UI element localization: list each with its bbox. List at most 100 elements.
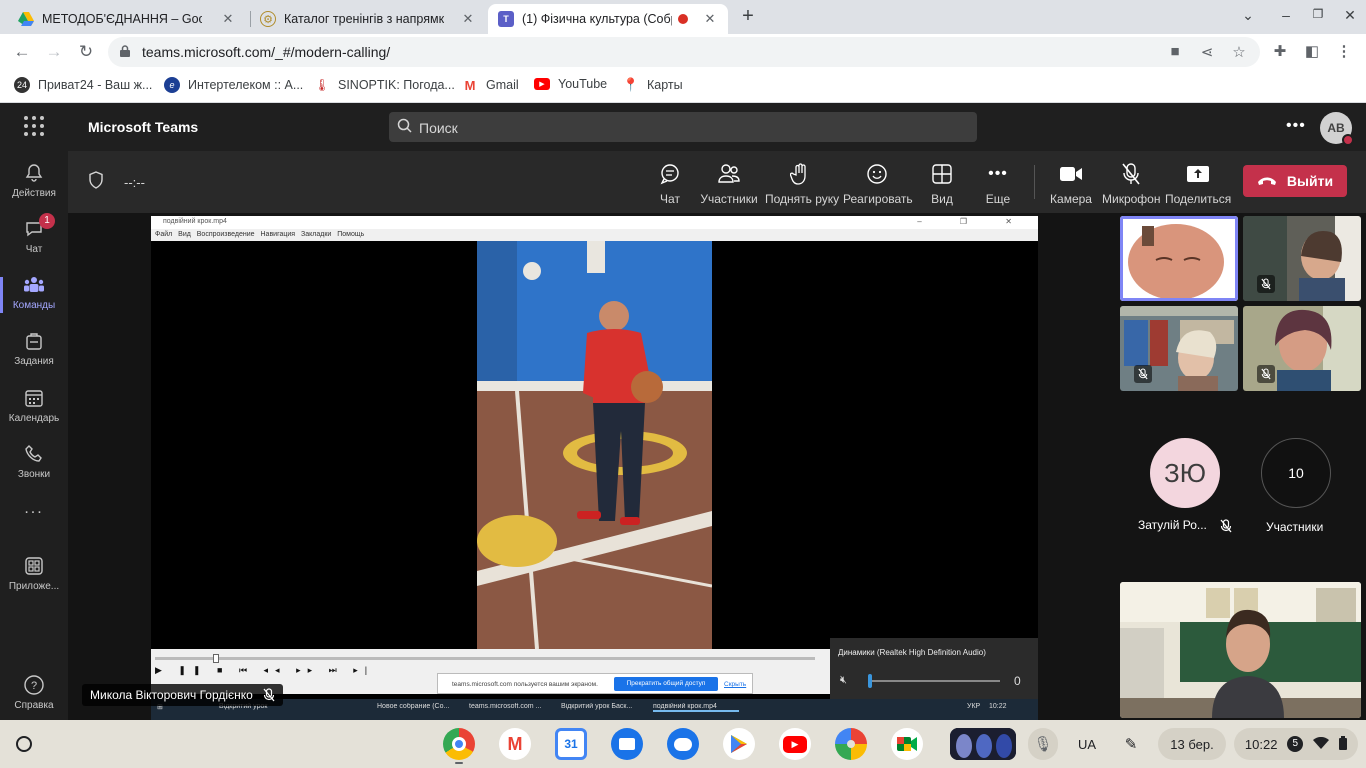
participants-button[interactable]: Участники	[700, 161, 758, 206]
bookmark-sinoptik[interactable]: 🌡 SINOPTIK: Погода...	[314, 77, 454, 93]
more-button[interactable]: ••• Еще	[980, 161, 1016, 206]
bookmark-star-icon[interactable]: ☆	[1230, 43, 1248, 61]
input-method-indicator[interactable]: UA	[1068, 728, 1106, 760]
url-text: teams.microsoft.com/_#/modern-calling/	[142, 44, 391, 60]
gmail-icon[interactable]: M	[499, 728, 531, 760]
close-tab-icon[interactable]: ✕	[460, 11, 476, 27]
share-button[interactable]: Поделиться	[1165, 161, 1231, 206]
microphone-button[interactable]: Микрофон	[1102, 161, 1160, 206]
date-tray[interactable]: 13 бер.	[1158, 728, 1226, 760]
camera-in-use-icon[interactable]: ■	[1166, 43, 1184, 60]
privat24-icon: 24	[14, 77, 30, 93]
bookmark-privat24[interactable]: 24 Приват24 - Ваш ж...	[14, 77, 152, 93]
tab-search-icon[interactable]: ⌄	[1238, 7, 1258, 24]
gmail-icon: M	[464, 77, 476, 93]
leave-button[interactable]: Выйти	[1243, 165, 1347, 197]
close-tab-icon[interactable]: ✕	[220, 11, 236, 27]
meeting-controls-bar: --:-- Чат Участники Поднять руку Реагиро…	[68, 151, 1366, 213]
participant-video-3[interactable]	[1120, 306, 1238, 391]
bookmark-youtube[interactable]: ▶ YouTube	[534, 77, 607, 91]
extensions-icon[interactable]: ✚	[1270, 42, 1290, 60]
forward-icon[interactable]: →	[44, 42, 64, 62]
close-tab-icon[interactable]: ✕	[702, 11, 718, 27]
youtube-icon[interactable]: ▶	[779, 728, 811, 760]
share-screen-icon	[1165, 161, 1231, 187]
search-icon	[397, 118, 412, 133]
meeting-stage: --:-- Чат Участники Поднять руку Реагиро…	[68, 151, 1366, 720]
rail-item-calendar[interactable]: Календарь	[0, 380, 68, 436]
chat-button[interactable]: Чат	[650, 161, 690, 206]
recording-indicator-icon	[678, 14, 688, 24]
app-launcher-icon[interactable]	[24, 116, 44, 136]
chrome-icon[interactable]	[443, 728, 475, 760]
rail-item-more[interactable]: ...	[0, 491, 68, 547]
rail-item-activity[interactable]: Действия	[0, 155, 68, 211]
messages-icon[interactable]	[667, 728, 699, 760]
photos-icon[interactable]	[835, 728, 867, 760]
search-input[interactable]: Поиск	[389, 112, 977, 142]
bookmark-maps[interactable]: 📍 Карты	[623, 77, 683, 93]
share-icon[interactable]: ⋖	[1198, 43, 1216, 61]
participant-video-presenter[interactable]	[1120, 582, 1361, 718]
rail-item-calls[interactable]: Звонки	[0, 436, 68, 492]
camera-button[interactable]: Камера	[1048, 161, 1094, 206]
user-avatar[interactable]: AB	[1320, 112, 1354, 146]
rail-item-help[interactable]: ? Справка	[0, 667, 68, 723]
react-button[interactable]: Реагировать	[843, 161, 913, 206]
address-bar[interactable]: teams.microsoft.com/_#/modern-calling/ ■…	[108, 37, 1260, 67]
rail-item-chat[interactable]: 1 Чат	[0, 211, 68, 267]
tab-katalog[interactable]: ⚙ Каталог тренінгів з напрямку ✕	[250, 4, 486, 34]
shield-icon[interactable]	[88, 171, 104, 189]
participant-avatar[interactable]: ЗЮ	[1150, 438, 1220, 508]
tab-teams-meeting[interactable]: T (1) Фізична культура (Собр ✕	[488, 4, 728, 34]
browser-tab-strip: МЕТОДОБ'ЄДНАННЯ – Google ✕ ⚙ Каталог тре…	[0, 0, 1366, 34]
participant-video-2[interactable]	[1243, 216, 1361, 301]
settings-more-icon[interactable]: •••	[1286, 117, 1306, 135]
screen-share-notice: teams.microsoft.com пользуется вашим экр…	[437, 673, 753, 694]
chrome-menu-icon[interactable]: ⋮	[1334, 42, 1354, 60]
files-icon[interactable]	[611, 728, 643, 760]
close-window-icon[interactable]: ✕	[1340, 7, 1360, 24]
reload-icon[interactable]: ↻	[76, 42, 96, 62]
bookmarks-bar: 24 Приват24 - Ваш ж... e Интертелеком :: А…	[0, 70, 1366, 103]
mic-icon[interactable]: 🎙︎	[1028, 728, 1058, 760]
tab-metodobiednannia[interactable]: МЕТОДОБ'ЄДНАННЯ – Google ✕	[8, 4, 246, 34]
back-icon[interactable]: ←	[12, 42, 32, 62]
raise-hand-button[interactable]: Поднять руку	[765, 161, 839, 206]
volume-slider	[870, 680, 1000, 682]
status-tray[interactable]: 10:22 5	[1234, 728, 1358, 760]
screen-capture-tray[interactable]	[950, 728, 1016, 760]
participant-video-self[interactable]	[1120, 216, 1238, 301]
battery-icon	[1339, 735, 1348, 753]
meet-icon[interactable]	[891, 728, 923, 760]
seek-bar[interactable]	[155, 654, 815, 663]
phone-icon	[0, 442, 68, 466]
stop-sharing-button[interactable]: Прекратить общий доступ	[614, 677, 718, 691]
hide-notice-link[interactable]: Скрыть	[724, 681, 746, 688]
minimize-icon[interactable]: –	[1276, 7, 1296, 23]
rail-item-apps[interactable]: Приложе...	[0, 548, 68, 604]
toolbar-divider	[1034, 165, 1035, 199]
view-button[interactable]: Вид	[924, 161, 960, 206]
bookmark-intertelecom[interactable]: e Интертелеком :: А...	[164, 77, 303, 93]
participant-video-4[interactable]	[1243, 306, 1361, 391]
playback-buttons[interactable]: ▶ ❚❚ ■ ⏮ ◂◂ ▸▸ ⏭ ▸|	[155, 665, 374, 676]
calendar-icon[interactable]: 31	[555, 728, 587, 760]
rail-item-teams[interactable]: Команды	[0, 267, 68, 323]
participants-count[interactable]: 10	[1261, 438, 1331, 508]
hangup-icon	[1257, 177, 1276, 185]
pen-icon[interactable]: ✎	[1116, 728, 1146, 760]
restore-icon[interactable]: ❐	[1308, 7, 1328, 21]
seek-knob[interactable]	[213, 654, 219, 663]
os-shelf: M 31 ▶ 🎙︎ UA ✎ 13 бер. 10:22 5	[0, 720, 1366, 768]
launcher-icon[interactable]	[16, 736, 32, 752]
apps-icon	[0, 554, 68, 578]
side-panel-icon[interactable]: ◧	[1302, 42, 1322, 60]
bookmark-gmail[interactable]: M Gmail	[462, 77, 519, 93]
shared-video-frame	[477, 241, 712, 649]
browser-toolbar: ← → ↻ teams.microsoft.com/_#/modern-call…	[0, 34, 1366, 70]
new-tab-button[interactable]: +	[738, 6, 758, 26]
play-store-icon[interactable]	[723, 728, 755, 760]
speaker-muted-icon: 🔇︎	[840, 674, 847, 686]
rail-item-assignments[interactable]: Задания	[0, 323, 68, 379]
